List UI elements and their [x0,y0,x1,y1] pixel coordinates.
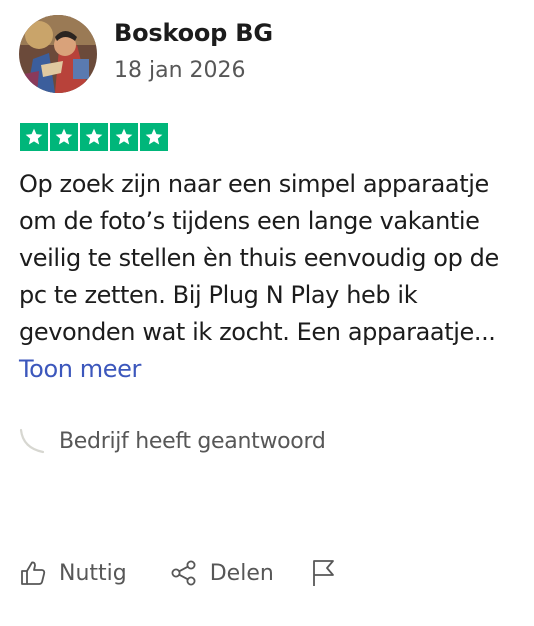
flag-icon [312,560,334,586]
show-more-link[interactable]: Toon meer [19,355,141,383]
review-body: Op zoek zijn naar een simpel apparaatje … [19,166,519,388]
avatar-image [19,15,97,93]
avatar[interactable] [19,15,97,93]
star-icon [50,123,78,151]
author-name[interactable]: Boskoop BG [114,18,273,48]
review-card: Boskoop BG 18 jan 2026 Op zoek zijn naar… [0,0,534,626]
review-date: 18 jan 2026 [114,58,246,83]
star-icon [20,123,48,151]
report-button[interactable] [309,558,337,588]
review-meta: Boskoop BG 18 jan 2026 [114,18,273,86]
company-reply-indicator[interactable]: Bedrijf heeft geantwoord [19,428,326,454]
review-text: Op zoek zijn naar een simpel apparaatje … [19,170,499,346]
reply-curve-icon [19,428,45,454]
useful-button[interactable]: Nuttig [19,559,127,587]
useful-label: Nuttig [59,560,127,586]
review-actions: Nuttig Delen [19,558,380,588]
share-icon [171,560,196,586]
star-icon [80,123,108,151]
star-rating [20,123,168,151]
reply-label: Bedrijf heeft geantwoord [59,428,326,454]
star-icon [140,123,168,151]
thumbs-up-icon [21,561,46,585]
star-icon [110,123,138,151]
share-label: Delen [209,560,274,586]
review-header: Boskoop BG 18 jan 2026 [19,15,273,93]
share-button[interactable]: Delen [170,559,274,587]
